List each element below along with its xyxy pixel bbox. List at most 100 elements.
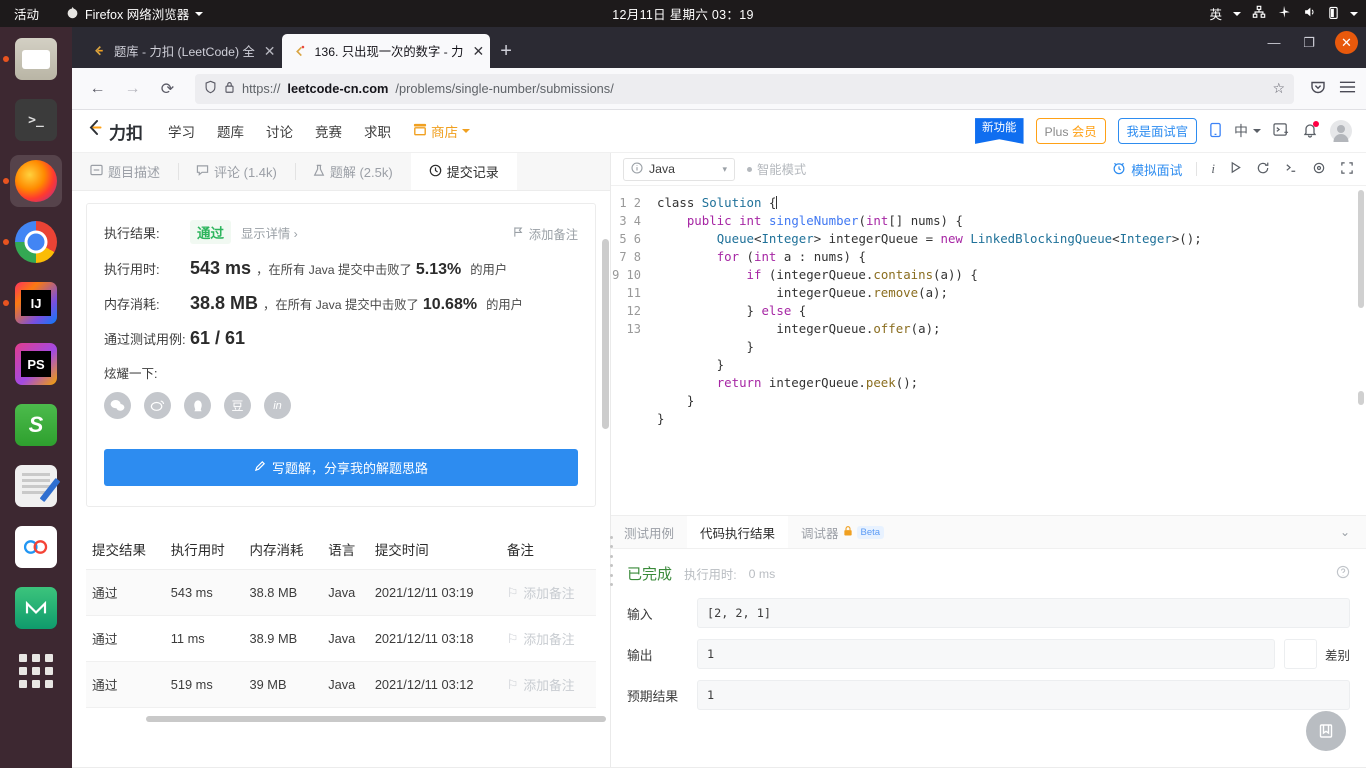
qzone-icon[interactable] bbox=[184, 392, 211, 419]
dock-item-files[interactable] bbox=[3, 33, 62, 85]
cell-note[interactable]: ⚐ 添加备注 bbox=[500, 569, 596, 616]
table-row[interactable]: 通过 519 ms 39 MB Java 2021/12/11 03:12 ⚐ 添… bbox=[86, 661, 596, 708]
th-note: 备注 bbox=[500, 529, 596, 570]
console-runtime-label: 执行用时: bbox=[684, 567, 737, 582]
console-icon[interactable] bbox=[1284, 161, 1298, 178]
address-bar[interactable]: https:// leetcode-cn.com/problems/single-… bbox=[195, 73, 1294, 104]
language-switcher[interactable]: 中 bbox=[1234, 121, 1261, 141]
forward-button[interactable]: → bbox=[117, 73, 148, 104]
mock-interview-button[interactable]: 模拟面试 bbox=[1112, 160, 1182, 179]
browser-tab-0[interactable]: 题库 - 力扣 (LeetCode) 全 ✕ bbox=[81, 34, 282, 68]
nav-item-contest[interactable]: 竞赛 bbox=[315, 121, 342, 141]
tab-description[interactable]: 题目描述 bbox=[72, 153, 178, 190]
fullscreen-icon[interactable] bbox=[1340, 161, 1354, 178]
battery-icon[interactable] bbox=[1328, 5, 1339, 23]
bell-icon[interactable] bbox=[1302, 120, 1319, 141]
tab-result[interactable]: 代码执行结果 bbox=[687, 516, 789, 548]
left-scrollbar[interactable] bbox=[602, 239, 609, 429]
collapse-console-button[interactable]: ⌄ bbox=[1324, 516, 1366, 548]
volume-icon[interactable] bbox=[1302, 5, 1317, 22]
douban-icon[interactable]: 豆 bbox=[224, 392, 251, 419]
dock-item-terminal[interactable]: >_ bbox=[10, 94, 62, 146]
table-row[interactable]: 通过 543 ms 38.8 MB Java 2021/12/11 03:19 … bbox=[86, 569, 596, 616]
pane-resize-handle[interactable] bbox=[606, 536, 616, 586]
help-icon[interactable] bbox=[1336, 565, 1350, 582]
run-icon[interactable] bbox=[1229, 161, 1242, 177]
language-selector[interactable]: Java ▾ bbox=[623, 157, 735, 181]
close-icon[interactable]: ✕ bbox=[470, 43, 484, 60]
wechat-icon[interactable] bbox=[104, 392, 131, 419]
cell-note[interactable]: ⚐ 添加备注 bbox=[500, 661, 596, 708]
cell-note[interactable]: ⚐ 添加备注 bbox=[500, 615, 596, 662]
leetcode-logo[interactable]: 力扣 bbox=[86, 118, 143, 144]
code-scrollbar[interactable] bbox=[1358, 190, 1364, 308]
hamburger-icon[interactable] bbox=[1339, 80, 1356, 98]
cell-runtime: 543 ms bbox=[164, 569, 244, 616]
code-editor[interactable]: 1 2 3 4 5 6 7 8 9 10 11 12 13 class Solu… bbox=[611, 186, 1366, 515]
tab-testcase[interactable]: 测试用例 bbox=[611, 516, 687, 548]
dock-item-baidu-netdisk[interactable] bbox=[10, 521, 62, 573]
diff-toggle[interactable] bbox=[1283, 639, 1317, 669]
linkedin-icon[interactable]: in bbox=[264, 392, 291, 419]
book-icon[interactable] bbox=[1306, 711, 1346, 751]
nav-item-study[interactable]: 学习 bbox=[168, 121, 195, 141]
show-applications-button[interactable] bbox=[10, 643, 62, 695]
cell-status[interactable]: 通过 bbox=[86, 661, 165, 708]
dock-item-mx-app[interactable] bbox=[10, 582, 62, 634]
nav-item-shop[interactable]: 商店 bbox=[413, 121, 470, 141]
pocket-icon[interactable] bbox=[1310, 79, 1326, 99]
maximize-button[interactable]: ❐ bbox=[1300, 35, 1318, 51]
avatar[interactable] bbox=[1330, 120, 1352, 142]
chevron-down-icon bbox=[1253, 129, 1261, 133]
browser-tab-1[interactable]: 136. 只出现一次的数字 - 力 ✕ bbox=[281, 34, 491, 68]
dock-item-firefox[interactable] bbox=[3, 155, 62, 207]
add-note-button[interactable]: 添加备注 bbox=[513, 225, 578, 243]
close-window-button[interactable]: ✕ bbox=[1335, 31, 1358, 54]
interviewer-button[interactable]: 我是面试官 bbox=[1117, 118, 1197, 144]
horizontal-scrollbar[interactable] bbox=[146, 716, 606, 722]
settings-icon[interactable] bbox=[1312, 161, 1326, 178]
nav-item-jobs[interactable]: 求职 bbox=[364, 121, 391, 141]
tab-debugger[interactable]: 调试器 Beta bbox=[788, 516, 897, 548]
dock-item-text-editor[interactable] bbox=[10, 460, 62, 512]
table-row[interactable]: 通过 11 ms 38.9 MB Java 2021/12/11 03:18 ⚐… bbox=[86, 615, 596, 662]
terminal-plus-icon[interactable] bbox=[1273, 122, 1290, 140]
show-detail-link[interactable]: 显示详情 › bbox=[241, 224, 298, 242]
nav-item-problems[interactable]: 题库 bbox=[217, 121, 244, 141]
write-solution-button[interactable]: 写题解，分享我的解题思路 bbox=[104, 449, 578, 486]
code-scrollbar-secondary[interactable] bbox=[1358, 391, 1364, 405]
nav-item-discuss[interactable]: 讨论 bbox=[266, 121, 293, 141]
console-output-row: 输出 1 差别 bbox=[627, 639, 1350, 669]
new-feature-badge[interactable]: 新功能 bbox=[975, 118, 1024, 144]
minimize-button[interactable]: — bbox=[1265, 35, 1283, 50]
weibo-icon[interactable] bbox=[144, 392, 171, 419]
flag-icon: ⚐ bbox=[506, 676, 519, 692]
network-icon[interactable] bbox=[1252, 5, 1266, 22]
cell-status[interactable]: 通过 bbox=[86, 615, 165, 662]
star-icon[interactable]: ☆ bbox=[1272, 80, 1285, 97]
plus-member-button[interactable]: Plus Plus 会员会员 bbox=[1035, 118, 1106, 144]
dock-item-phpstorm[interactable]: PS bbox=[10, 338, 62, 390]
smart-mode-toggle[interactable]: 智能模式 bbox=[747, 160, 806, 178]
dock-item-intellij-idea[interactable]: IJ bbox=[3, 277, 62, 329]
mobile-icon[interactable] bbox=[1209, 122, 1222, 141]
lock-icon[interactable] bbox=[224, 80, 235, 97]
shield-icon[interactable] bbox=[204, 80, 217, 97]
input-method-indicator[interactable]: 英 bbox=[1209, 4, 1222, 23]
airplane-icon[interactable] bbox=[1277, 5, 1291, 22]
dock-item-sublime[interactable]: S bbox=[10, 399, 62, 451]
note-label: 添加备注 bbox=[523, 632, 575, 647]
clock[interactable]: 12月11日 星期六 03：19 bbox=[0, 4, 1366, 23]
reset-icon[interactable] bbox=[1256, 161, 1270, 178]
reload-button[interactable]: ⟳ bbox=[152, 73, 183, 104]
code-content[interactable]: class Solution { public int singleNumber… bbox=[649, 186, 1366, 515]
close-icon[interactable]: ✕ bbox=[262, 43, 276, 60]
tab-submissions[interactable]: 提交记录 bbox=[410, 153, 517, 190]
tab-solutions[interactable]: 题解 (2.5k) bbox=[294, 153, 411, 190]
back-button[interactable]: ← bbox=[82, 73, 113, 104]
cell-status[interactable]: 通过 bbox=[86, 569, 165, 616]
tab-comments[interactable]: 评论 (1.4k) bbox=[178, 153, 295, 190]
info-icon[interactable]: i bbox=[1211, 161, 1215, 177]
dock-item-chrome[interactable] bbox=[3, 216, 62, 268]
new-tab-button[interactable]: + bbox=[500, 40, 512, 63]
